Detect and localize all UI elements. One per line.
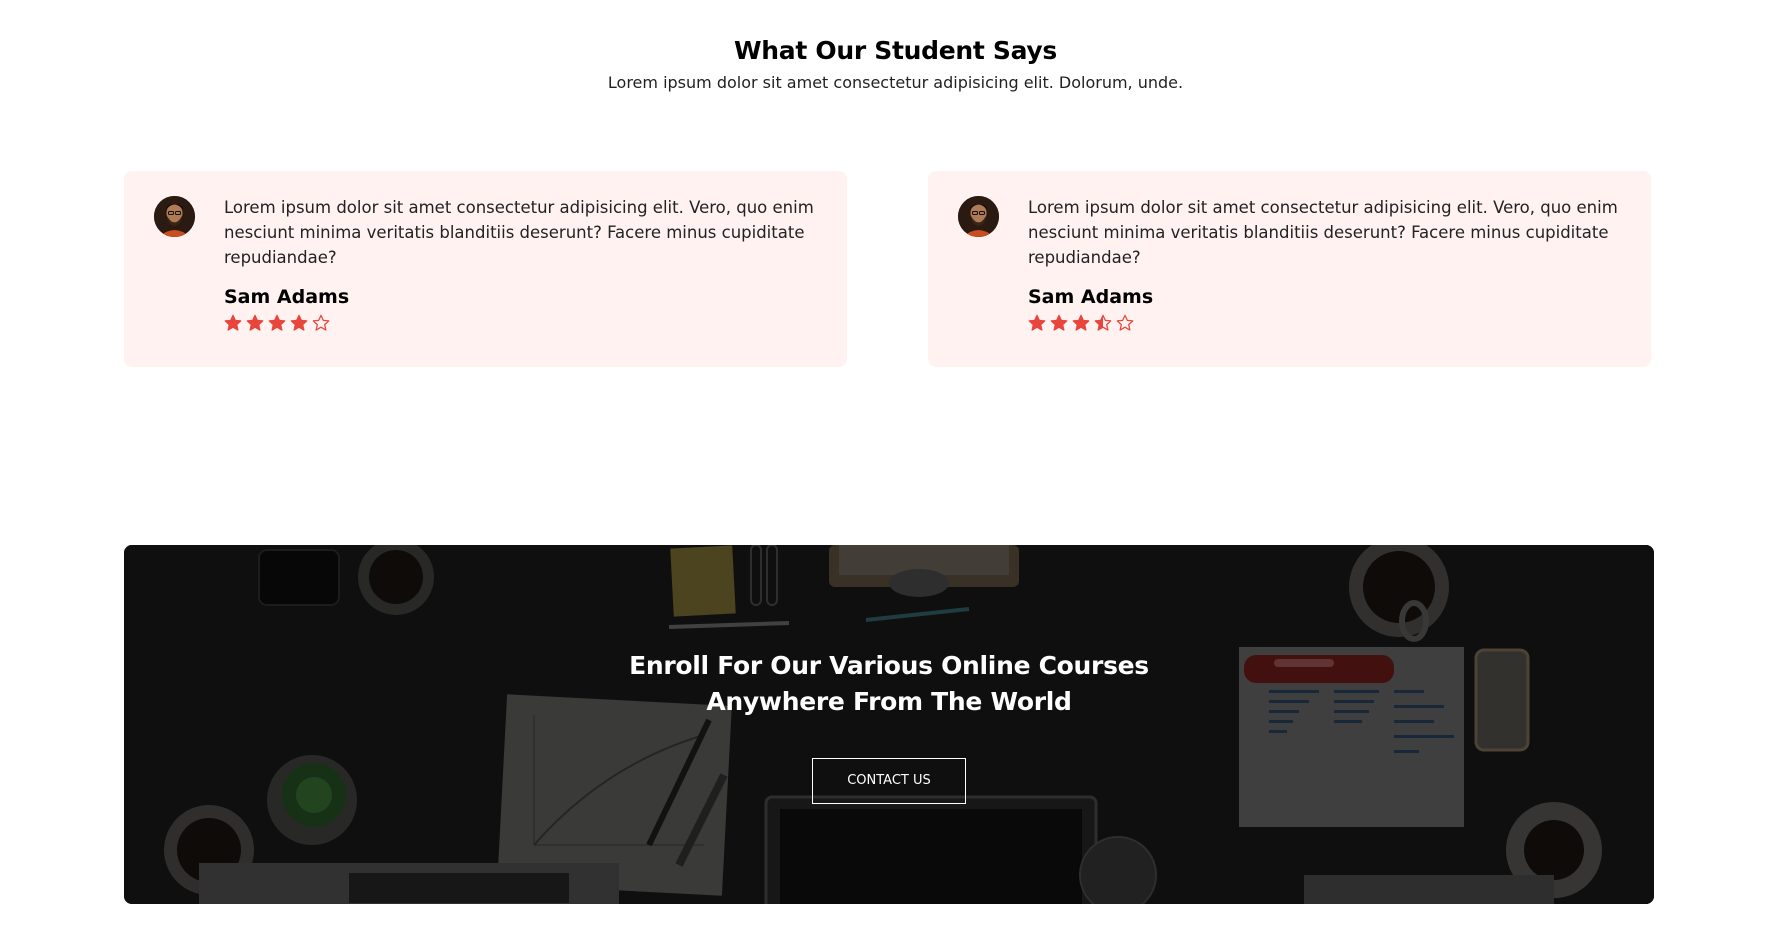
student-name: Sam Adams [224, 286, 350, 308]
testimonial-card-1: Lorem ipsum dolor sit amet consectetur a… [124, 171, 847, 367]
testimonials-header: What Our Student Says Lorem ipsum dolor … [0, 36, 1791, 92]
star-rating [1028, 314, 1618, 332]
star-rating [224, 314, 814, 332]
star-full-icon [1072, 314, 1090, 331]
star-full-icon [268, 314, 286, 331]
star-half-icon [1094, 314, 1112, 331]
page: What Our Student Says Lorem ipsum dolor … [0, 0, 1791, 939]
user-avatar-icon [154, 196, 195, 237]
testimonial-card-2: Lorem ipsum dolor sit amet consectetur a… [928, 171, 1651, 367]
avatar [958, 196, 999, 237]
star-full-icon [290, 314, 308, 331]
star-empty-icon [1116, 314, 1134, 331]
user-avatar-icon [958, 196, 999, 237]
testimonial-text: Lorem ipsum dolor sit amet consectetur a… [224, 198, 814, 267]
star-full-icon [1028, 314, 1046, 331]
testimonial-body: Lorem ipsum dolor sit amet consectetur a… [224, 195, 814, 332]
banner-content: Enroll For Our Various Online Courses An… [124, 648, 1654, 804]
star-full-icon [246, 314, 264, 331]
section-title: What Our Student Says [733, 36, 1058, 65]
testimonial-text: Lorem ipsum dolor sit amet consectetur a… [1028, 198, 1618, 267]
student-name: Sam Adams [1028, 286, 1154, 308]
section-subtitle: Lorem ipsum dolor sit amet consectetur a… [607, 73, 1184, 92]
testimonial-body: Lorem ipsum dolor sit amet consectetur a… [1028, 195, 1618, 332]
avatar [154, 196, 195, 237]
contact-us-button[interactable]: CONTACT US [812, 758, 966, 804]
banner-title-line-2: Anywhere From The World [706, 687, 1072, 716]
star-empty-icon [312, 314, 330, 331]
enroll-banner: Enroll For Our Various Online Courses An… [124, 545, 1654, 904]
star-full-icon [224, 314, 242, 331]
star-full-icon [1050, 314, 1068, 331]
banner-title-line-1: Enroll For Our Various Online Courses [629, 651, 1149, 680]
